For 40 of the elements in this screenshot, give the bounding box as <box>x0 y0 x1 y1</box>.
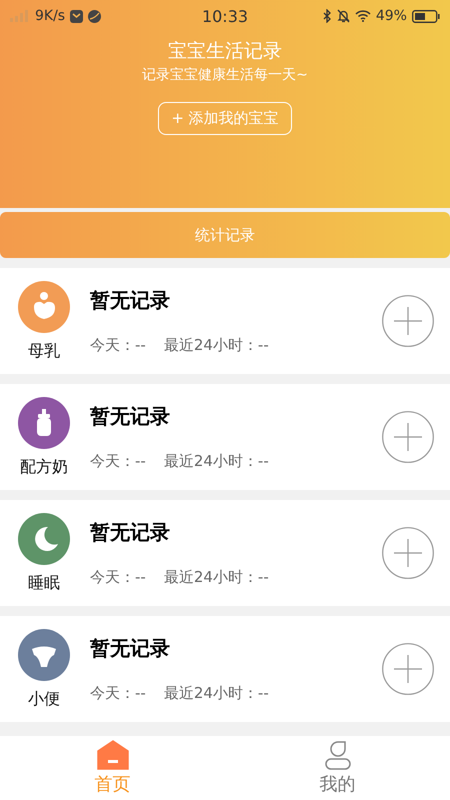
person-icon <box>324 740 352 770</box>
tab-item[interactable]: 首页 <box>0 736 225 800</box>
record-status: 暂无记录 <box>90 403 171 430</box>
home-icon <box>96 740 128 770</box>
clock-time: 10:33 <box>202 6 248 26</box>
category-label: 睡眠 <box>28 572 60 594</box>
today-count: 今天：-- <box>90 684 146 703</box>
category-label: 配方奶 <box>20 456 68 478</box>
recent-count: 最近24小时：-- <box>164 452 269 471</box>
record-status: 暂无记录 <box>90 519 171 546</box>
mail-icon <box>70 10 84 22</box>
today-count: 今天：-- <box>90 336 146 355</box>
tab-label: 首页 <box>94 773 130 796</box>
app-title: 宝宝生活记录 <box>168 39 282 64</box>
statistics-button[interactable]: 统计记录 <box>0 212 450 258</box>
tab-item[interactable]: 我的 <box>225 736 450 800</box>
planet-icon <box>88 10 102 22</box>
add-icon[interactable] <box>382 643 434 695</box>
add-icon[interactable] <box>382 527 434 579</box>
add-icon[interactable] <box>382 411 434 463</box>
battery-icon <box>412 10 440 22</box>
add-baby-button[interactable]: + 添加我的宝宝 <box>158 102 292 135</box>
add-icon[interactable] <box>382 295 434 347</box>
recent-count: 最近24小时：-- <box>164 684 269 703</box>
recent-count: 最近24小时：-- <box>164 336 269 355</box>
category-label: 小便 <box>28 688 60 710</box>
today-count: 今天：-- <box>90 452 146 471</box>
today-count: 今天：-- <box>90 568 146 587</box>
app-subtitle: 记录宝宝健康生活每一天~ <box>142 66 308 84</box>
record-status: 暂无记录 <box>90 287 171 314</box>
muted-bell-icon <box>336 9 350 23</box>
bluetooth-icon <box>322 9 332 23</box>
battery-percent: 49% <box>376 8 407 24</box>
category-label: 母乳 <box>28 340 60 362</box>
network-speed: 9K/s <box>35 8 66 24</box>
tab-label: 我的 <box>320 773 356 796</box>
record-status: 暂无记录 <box>90 635 171 662</box>
signal-icon <box>10 10 30 22</box>
wifi-icon <box>354 10 371 22</box>
recent-count: 最近24小时：-- <box>164 568 269 587</box>
